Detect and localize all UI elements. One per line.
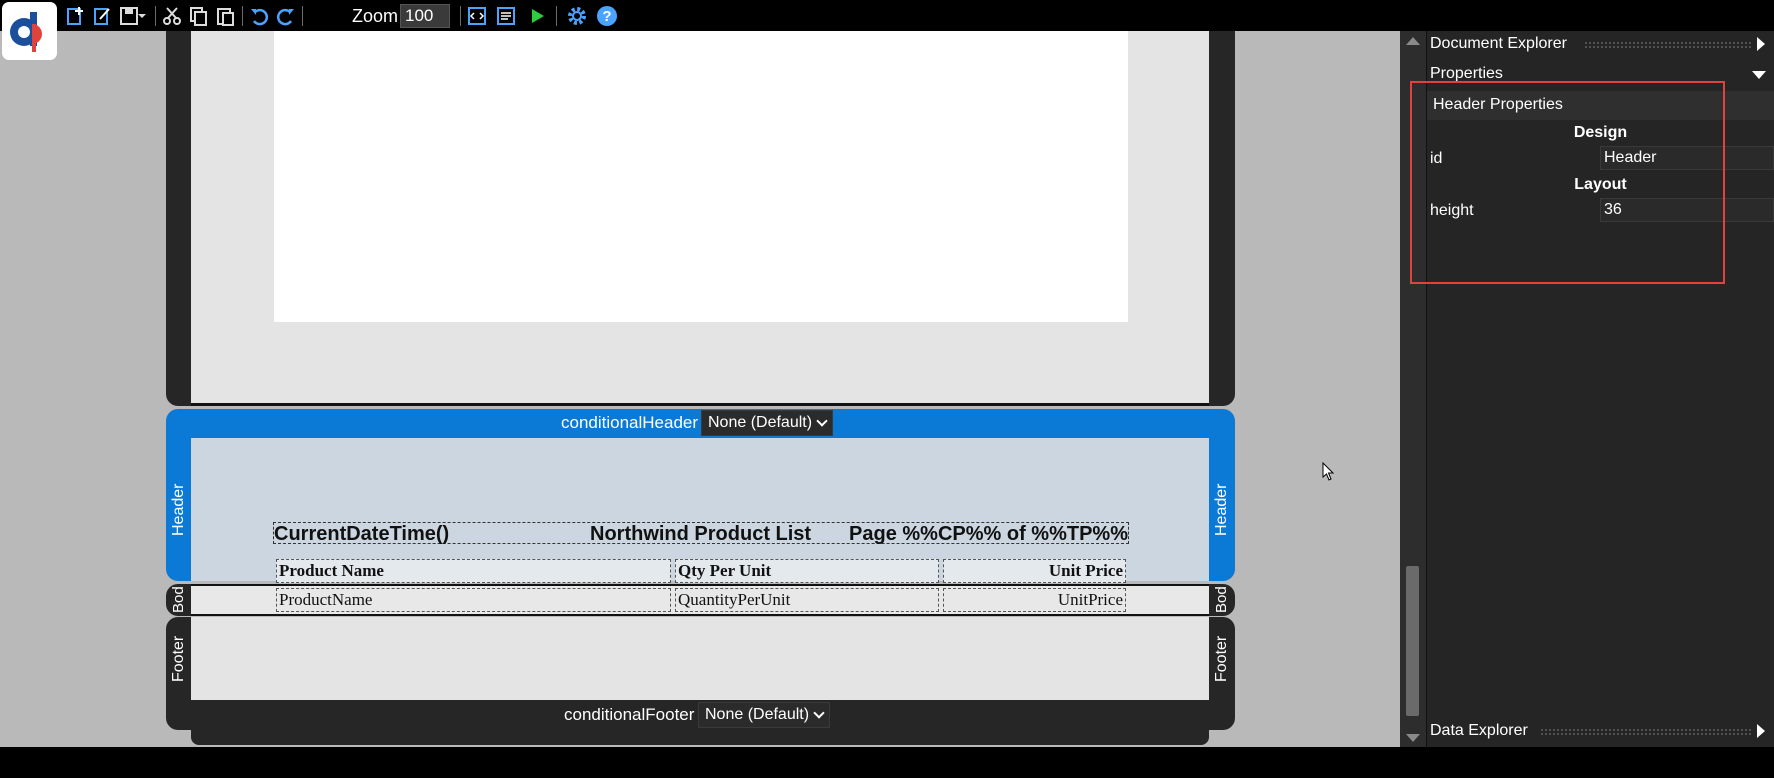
chevron-down-icon bbox=[816, 415, 828, 427]
title-datetime-field[interactable]: CurrentDateTime() bbox=[274, 523, 449, 546]
footer-band-label-right: Footer bbox=[1213, 635, 1230, 682]
svg-text:?: ? bbox=[602, 8, 611, 25]
undo-icon[interactable] bbox=[248, 5, 270, 27]
app-logo-icon bbox=[10, 12, 42, 52]
conditional-header-value: None (Default) bbox=[708, 414, 813, 431]
status-strip bbox=[0, 747, 1774, 778]
app-logo bbox=[2, 2, 57, 60]
chevron-down-icon bbox=[813, 707, 825, 719]
conditional-footer-select[interactable]: None (Default) bbox=[698, 702, 831, 728]
report-title-row[interactable]: CurrentDateTime() Northwind Product List… bbox=[273, 522, 1129, 546]
preview-icon[interactable] bbox=[495, 5, 517, 27]
header-band-label-right: Header bbox=[1213, 483, 1230, 536]
scroll-up-arrow-icon[interactable] bbox=[1406, 37, 1420, 45]
collapse-down-icon[interactable] bbox=[1752, 71, 1766, 79]
footer-band-label-left: Footer bbox=[170, 635, 187, 682]
paste-icon[interactable] bbox=[214, 5, 236, 27]
conditional-footer-label: conditionalFooter bbox=[564, 705, 695, 724]
expand-right-icon[interactable] bbox=[1757, 37, 1765, 51]
row-field-product-name[interactable]: ProductName bbox=[276, 588, 671, 612]
title-page-number[interactable]: Page %%CP%% of %%TP%% bbox=[849, 523, 1128, 546]
footer-band-area[interactable] bbox=[191, 617, 1209, 700]
row-field-unit-price[interactable]: UnitPrice bbox=[943, 588, 1126, 612]
new-report-icon[interactable] bbox=[64, 5, 86, 27]
annotation-highlight-box bbox=[1410, 81, 1725, 284]
data-explorer-header[interactable]: Data Explorer bbox=[1430, 722, 1528, 740]
document-explorer-header[interactable]: Document Explorer bbox=[1430, 35, 1567, 53]
help-icon[interactable]: ? bbox=[596, 5, 618, 27]
panel-grip bbox=[1584, 41, 1752, 49]
header-band-label-left: Header bbox=[170, 483, 187, 536]
zoom-label: Zoom bbox=[352, 6, 399, 26]
row-field-quantity-per-unit[interactable]: QuantityPerUnit bbox=[675, 588, 939, 612]
scroll-down-arrow-icon[interactable] bbox=[1406, 734, 1420, 742]
column-header-qty-per-unit[interactable]: Qty Per Unit bbox=[675, 559, 939, 583]
zoom-input[interactable]: 100 bbox=[400, 4, 450, 28]
cut-icon[interactable] bbox=[161, 5, 183, 27]
run-icon[interactable] bbox=[526, 5, 548, 27]
title-report-name[interactable]: Northwind Product List bbox=[590, 523, 811, 546]
toolbar-divider bbox=[242, 6, 243, 26]
report-paper-area bbox=[274, 31, 1128, 322]
save-dropdown-icon[interactable] bbox=[136, 5, 148, 27]
conditional-header-label: conditionalHeader bbox=[561, 413, 699, 432]
column-header-unit-price[interactable]: Unit Price bbox=[943, 559, 1126, 583]
conditional-footer-value: None (Default) bbox=[705, 706, 810, 723]
toolbar-divider bbox=[460, 6, 461, 26]
expand-right-icon[interactable] bbox=[1757, 724, 1765, 738]
view-source-icon[interactable] bbox=[466, 5, 488, 27]
toolbar-divider bbox=[556, 6, 557, 26]
redo-icon[interactable] bbox=[275, 5, 297, 27]
toolbar-divider bbox=[155, 6, 156, 26]
settings-gear-icon[interactable] bbox=[566, 5, 588, 27]
panel-grip bbox=[1540, 728, 1752, 736]
copy-icon[interactable] bbox=[187, 5, 209, 27]
band-bottom-edge bbox=[191, 730, 1209, 745]
band-divider bbox=[191, 403, 1209, 406]
body-band-label-right: Bod bbox=[1213, 586, 1230, 614]
conditional-header-select[interactable]: None (Default) bbox=[701, 410, 834, 436]
body-band-label-left: Bod bbox=[170, 586, 187, 614]
edit-report-icon[interactable] bbox=[91, 5, 113, 27]
mouse-cursor-icon bbox=[1322, 461, 1336, 487]
column-header-product-name[interactable]: Product Name bbox=[276, 559, 671, 583]
toolbar-divider bbox=[302, 6, 303, 26]
scrollbar-thumb[interactable] bbox=[1406, 566, 1419, 716]
